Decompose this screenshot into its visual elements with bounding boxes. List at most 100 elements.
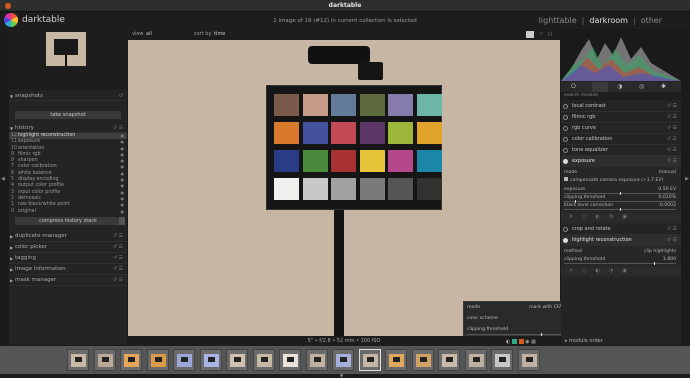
module-order-row[interactable]: ▸ module order [561,337,681,345]
collapse-left-panel-icon[interactable]: ◀ [1,176,5,182]
exposure-mode-value[interactable]: manual [659,169,676,177]
reset-icon[interactable]: ↺ ☰ [113,275,123,286]
navigation-thumbnail[interactable] [46,32,86,66]
module-crop-and-rotate[interactable]: crop and rotate ↺ ☰ [561,224,681,235]
power-icon[interactable] [563,137,568,142]
power-icon[interactable] [563,104,568,109]
exposure-row[interactable]: exposure 0.50 EV [561,186,681,195]
module-item[interactable]: exposure ↺ ☰ [561,156,681,167]
module-item[interactable]: rgb curve ↺ ☰ [561,123,681,134]
highlight-method-value[interactable]: clip highlights [644,248,676,256]
preferences-icon[interactable] [526,31,534,38]
module-highlight-reconstruction[interactable]: highlight reconstruction ↺ ☰ [561,235,681,246]
filmstrip-thumbnail[interactable] [146,349,169,371]
tab-active[interactable] [592,82,608,92]
black-level-slider[interactable] [564,208,676,211]
collapsed-section-header[interactable]: ▶ duplicate manager ↺ ☰ [9,231,127,242]
color-label-icon[interactable]: ○ [548,31,552,37]
black-level-row[interactable]: black level correction -0.0002 [561,202,681,211]
power-icon[interactable] [563,115,568,120]
filmstrip-thumbnail[interactable] [411,349,434,371]
filmstrip-thumbnail[interactable] [93,349,116,371]
module-menu-icon[interactable]: ↺ ☰ [667,145,677,156]
filmstrip-thumbnail[interactable] [464,349,487,371]
filmstrip-thumbnail[interactable] [491,349,513,371]
filmstrip-thumbnail[interactable] [173,349,195,371]
collapse-right-panel-icon[interactable]: ▶ [685,176,689,182]
filmstrip-thumbnail[interactable] [332,349,354,371]
history-item[interactable]: 0 original ● [9,209,127,215]
view-lighttable[interactable]: lighttable [539,16,577,25]
compress-history-button[interactable]: compress history stack [15,216,125,225]
power-icon[interactable] [563,159,568,164]
module-menu-icon[interactable]: ↺ ☰ [667,123,677,134]
overlay-threshold-slider[interactable] [467,333,573,336]
snapshots-header[interactable]: ▼ snapshots ↺ [9,92,127,101]
filmstrip-thumbnail[interactable] [279,349,301,371]
reset-icon[interactable]: ↺ ☰ [113,264,123,275]
filmstrip-thumbnail[interactable] [517,349,540,371]
filmstrip-thumbnail[interactable] [226,349,248,371]
module-menu-icon[interactable]: ↺ ☰ [667,101,677,112]
highlight-clip-row[interactable]: clipping threshold 1.800 [561,256,681,265]
module-menu-icon[interactable]: ↺ ☰ [667,112,677,123]
reset-icon[interactable]: ↺ ☰ [113,124,123,133]
softproof-icon[interactable]: ◐ [506,339,510,345]
take-snapshot-button[interactable]: take snapshot [15,111,121,119]
exposure-mode-row[interactable]: mode manual [561,169,681,177]
filmstrip-thumbnail[interactable] [358,349,381,371]
reset-icon[interactable]: ↺ ☰ [113,253,123,264]
filmstrip-thumbnail[interactable] [120,349,142,371]
focus-peaking-icon[interactable]: ◉ [525,339,529,345]
raw-overexposed-icon[interactable] [511,339,517,344]
filmstrip-toggle-icon[interactable]: ▼ [340,373,343,378]
filmstrip-thumbnail[interactable] [305,349,328,371]
filmstrip-thumbnail[interactable] [385,349,407,371]
tab-color-icon[interactable]: ◎ [639,83,644,90]
clipping-icon[interactable] [518,339,524,344]
sort-dropdown[interactable]: time [214,31,225,37]
star-icon[interactable]: ☆ [539,31,543,37]
module-menu-icon[interactable]: ↺ ☰ [667,235,677,246]
module-item[interactable]: local contrast ↺ ☰ [561,101,681,112]
compensate-row[interactable]: compensate camera exposure (+1.7 EV) [561,177,681,186]
highlight-method-row[interactable]: method clip highlights [561,248,681,256]
reset-icon[interactable]: ↺ ☰ [113,242,123,253]
filmstrip-thumbnail[interactable] [67,349,89,371]
module-item[interactable]: tone equalizer ↺ ☰ [561,145,681,156]
histogram[interactable] [561,29,681,81]
module-item[interactable]: filmic rgb ↺ ☰ [561,112,681,123]
reset-icon[interactable]: ↺ [119,92,123,101]
view-darkroom[interactable]: darkroom [589,16,628,25]
view-filter-dropdown[interactable]: all [146,31,152,37]
module-item[interactable]: color calibration ↺ ☰ [561,134,681,145]
module-menu-icon[interactable]: ↺ ☰ [667,156,677,167]
reset-icon[interactable]: ↺ ☰ [113,231,123,242]
collapsed-section-header[interactable]: ▶ tagging ↺ ☰ [9,253,127,264]
module-menu-icon[interactable]: ↺ ☰ [667,224,677,235]
power-icon[interactable] [563,238,568,243]
history-header[interactable]: ▼ history ↺ ☰ [9,124,127,133]
history-truncate-icon[interactable] [119,216,125,225]
collapsed-section-header[interactable]: ▶ mask manager ↺ ☰ [9,275,127,286]
power-icon[interactable] [563,126,568,131]
guides-icon[interactable]: ▦ [531,339,536,345]
collapsed-section-header[interactable]: ▶ image information ↺ ☰ [9,264,127,275]
collapsed-section-header[interactable]: ▶ color picker ↺ ☰ [9,242,127,253]
tab-base-icon[interactable]: ◑ [617,83,622,90]
filmstrip-thumbnail[interactable] [438,349,460,371]
tab-effects-icon[interactable]: ✱ [661,83,666,90]
mask-mode-icons[interactable]: ✕○◐◔▣ [561,213,681,222]
exposure-clip-row[interactable]: clipping threshold 0.010% [561,194,681,203]
filmstrip-thumbnail[interactable] [252,349,275,371]
tab-quick-access-icon[interactable]: ⭘ [571,83,576,91]
view-other[interactable]: other [641,16,662,25]
power-icon[interactable] [563,148,568,153]
power-icon[interactable] [563,227,568,232]
highlight-mask-icons[interactable]: ✕○◐◔▣ [561,267,681,276]
search-module-input[interactable]: search module [561,92,681,100]
highlight-clip-slider[interactable] [564,262,676,265]
compensate-checkbox[interactable] [564,177,568,181]
filmstrip-thumbnail[interactable] [199,349,222,371]
module-menu-icon[interactable]: ↺ ☰ [667,134,677,145]
